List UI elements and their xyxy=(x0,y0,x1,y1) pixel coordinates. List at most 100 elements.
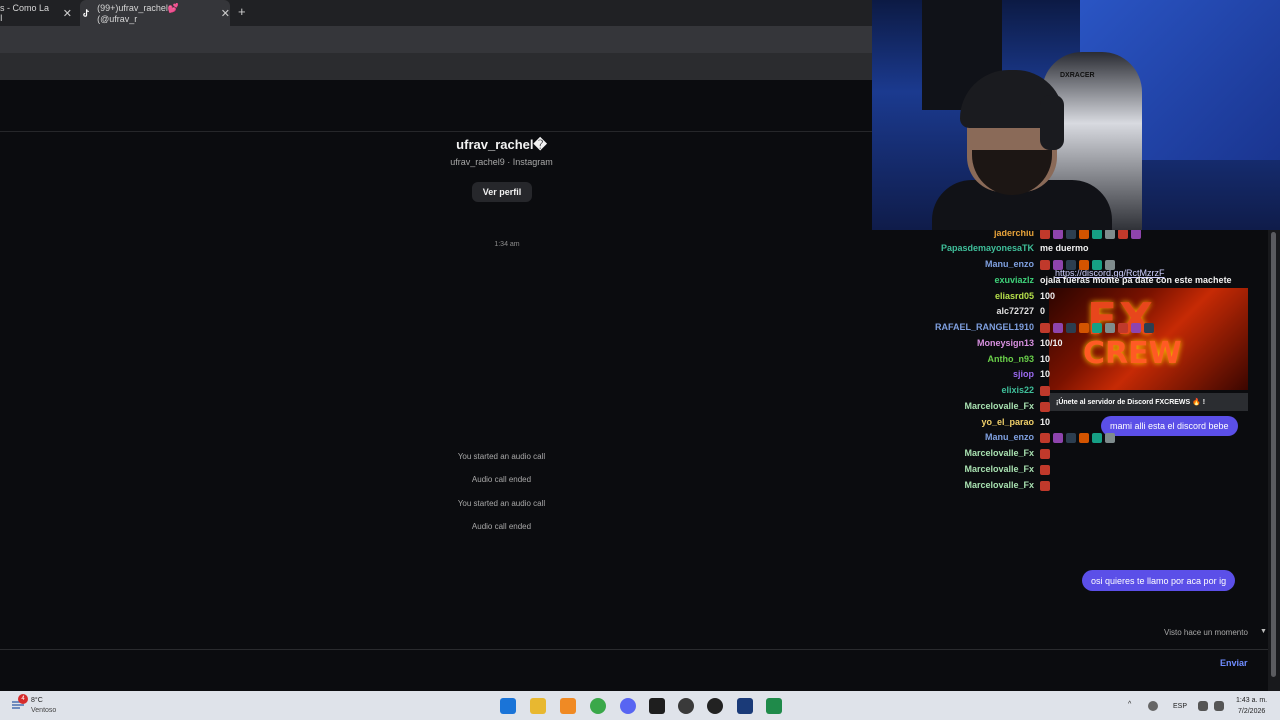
emote-icon xyxy=(1105,322,1115,333)
emote-icon xyxy=(1040,385,1050,396)
chat-username[interactable]: Marcelovalle_Fx xyxy=(964,464,1034,474)
emote-icon xyxy=(1105,228,1115,239)
chat-username[interactable]: PapasdemayonesaTK xyxy=(941,243,1034,253)
app-icon[interactable] xyxy=(560,698,576,714)
send-button[interactable]: Enviar xyxy=(1220,658,1248,668)
app-icon[interactable] xyxy=(737,698,753,714)
emote-icon xyxy=(1053,432,1063,443)
chat-emotes xyxy=(1040,401,1053,412)
discord-invite-image[interactable]: FX CREW xyxy=(1049,288,1248,390)
chat-username[interactable]: alc72727 xyxy=(996,306,1034,316)
chat-username[interactable]: Marcelovalle_Fx xyxy=(964,401,1034,411)
chat-emotes xyxy=(1040,480,1053,491)
message-text: osi quieres te llamo por aca por ig xyxy=(1091,575,1227,586)
discord-icon[interactable] xyxy=(620,698,636,714)
emote-icon xyxy=(1079,322,1089,333)
app-icon[interactable] xyxy=(766,698,782,714)
emote-icon xyxy=(1040,259,1050,270)
start-menu-icon[interactable] xyxy=(500,698,516,714)
chat-username[interactable]: RAFAEL_RANGEL1910 xyxy=(935,322,1034,332)
message-text: mami alli esta el discord bebe xyxy=(1110,421,1229,431)
clock-time[interactable]: 1:43 a. m. xyxy=(1236,697,1267,704)
emote-icon xyxy=(1092,259,1102,270)
microphone-icon[interactable] xyxy=(1148,701,1158,711)
emote-icon xyxy=(1040,401,1050,412)
chat-message: Marcelovalle_Fx xyxy=(0,480,1050,491)
dm-header xyxy=(0,80,872,132)
emote-icon xyxy=(1040,448,1050,459)
chat-username[interactable]: yo_el_parao xyxy=(981,417,1034,427)
chat-username[interactable]: exuviazlz xyxy=(994,275,1034,285)
tiktok-icon xyxy=(83,9,89,17)
browser-tabbar: s - Como La I ✕ (99+)ufrav_rachel💕 (@ufr… xyxy=(0,0,872,26)
address-bar[interactable] xyxy=(0,26,872,53)
obs-icon[interactable] xyxy=(678,698,694,714)
emote-icon xyxy=(1040,228,1050,239)
tab-2[interactable]: (99+)ufrav_rachel💕 (@ufrav_r ✕ xyxy=(80,0,230,26)
emote-icon xyxy=(1105,432,1115,443)
tab-1-label: s - Como La I xyxy=(0,3,50,23)
tab-1-close-icon[interactable]: ✕ xyxy=(63,7,72,20)
volume-icon[interactable] xyxy=(1214,701,1224,711)
view-profile-button[interactable]: Ver perfil xyxy=(472,182,532,202)
emote-icon xyxy=(1092,432,1102,443)
chat-message: RAFAEL_RANGEL1910 xyxy=(0,322,1154,333)
emote-icon xyxy=(1066,322,1076,333)
emote-icon xyxy=(1131,322,1141,333)
file-explorer-icon[interactable] xyxy=(530,698,546,714)
webcam-feed: DXRACER xyxy=(872,0,1280,230)
chat-emotes xyxy=(1040,448,1053,459)
chat-message: PapasdemayonesaTK me duermo xyxy=(0,243,1089,253)
chat-username[interactable]: eliasrd05 xyxy=(995,291,1034,301)
language-indicator[interactable]: ESP xyxy=(1173,703,1187,710)
tab-2-close-icon[interactable]: ✕ xyxy=(221,7,230,20)
emote-icon xyxy=(1118,322,1128,333)
chat-username[interactable]: Marcelovalle_Fx xyxy=(964,448,1034,458)
clock-date[interactable]: 7/2/2026 xyxy=(1238,708,1265,715)
screen: s - Como La I ✕ (99+)ufrav_rachel💕 (@ufr… xyxy=(0,0,1280,720)
chat-username[interactable]: Antho_n93 xyxy=(987,354,1034,364)
chat-message: Manu_enzo xyxy=(0,432,1115,443)
chat-username[interactable]: sjiop xyxy=(1013,369,1034,379)
chat-text: 10 xyxy=(1040,369,1051,379)
chat-username[interactable]: Moneysign13 xyxy=(977,338,1034,348)
message-input[interactable] xyxy=(0,650,1200,678)
message-bubble[interactable]: osi quieres te llamo por aca por ig xyxy=(1082,570,1236,591)
emote-icon xyxy=(1079,228,1089,239)
profile-name: ufrav_rachel� xyxy=(456,137,547,152)
scrollbar-thumb[interactable] xyxy=(1271,232,1276,677)
chat-text: me duermo xyxy=(1040,243,1089,253)
seen-status: Visto hace un momento xyxy=(1164,628,1248,637)
steam-icon[interactable] xyxy=(707,698,723,714)
message-bubble[interactable]: mami alli esta el discord bebe xyxy=(1101,416,1238,436)
chat-username[interactable]: Marcelovalle_Fx xyxy=(964,480,1034,490)
chat-username[interactable]: elixis22 xyxy=(1001,385,1034,395)
tray-overflow-icon[interactable]: ^ xyxy=(1128,701,1131,708)
emote-icon xyxy=(1092,228,1102,239)
emote-icon xyxy=(1040,480,1050,491)
chat-username[interactable]: Manu_enzo xyxy=(985,432,1034,442)
chat-message: Marcelovalle_Fx xyxy=(0,464,1050,475)
new-tab-button[interactable]: + xyxy=(238,4,246,19)
tab-1[interactable]: s - Como La I ✕ xyxy=(0,0,72,26)
tab-2-label: (99+)ufrav_rachel💕 (@ufrav_r xyxy=(97,2,180,24)
chrome-icon[interactable] xyxy=(590,698,606,714)
emote-icon xyxy=(1040,464,1050,475)
chat-emotes xyxy=(1040,385,1053,396)
weather-temperature: 8°C xyxy=(31,697,43,704)
chat-message: Manu_enzo xyxy=(0,259,1115,270)
headset xyxy=(1040,95,1064,150)
call-event: Audio call ended xyxy=(471,522,532,531)
chat-text: ojala fueras monte pa date con este mach… xyxy=(1040,275,1232,285)
chat-message: elixis22 xyxy=(0,385,1050,396)
chat-username[interactable]: Manu_enzo xyxy=(985,259,1034,269)
chat-emotes xyxy=(1040,432,1118,443)
emote-icon xyxy=(1118,228,1128,239)
scroll-down-icon[interactable]: ▼ xyxy=(1260,628,1267,635)
chat-emotes xyxy=(1040,464,1053,475)
network-icon[interactable] xyxy=(1198,701,1208,711)
emote-icon xyxy=(1131,228,1141,239)
terminal-icon[interactable] xyxy=(649,698,665,714)
weather-condition: Ventoso xyxy=(31,707,57,714)
chat-message: Antho_n93 10 xyxy=(0,354,1050,364)
